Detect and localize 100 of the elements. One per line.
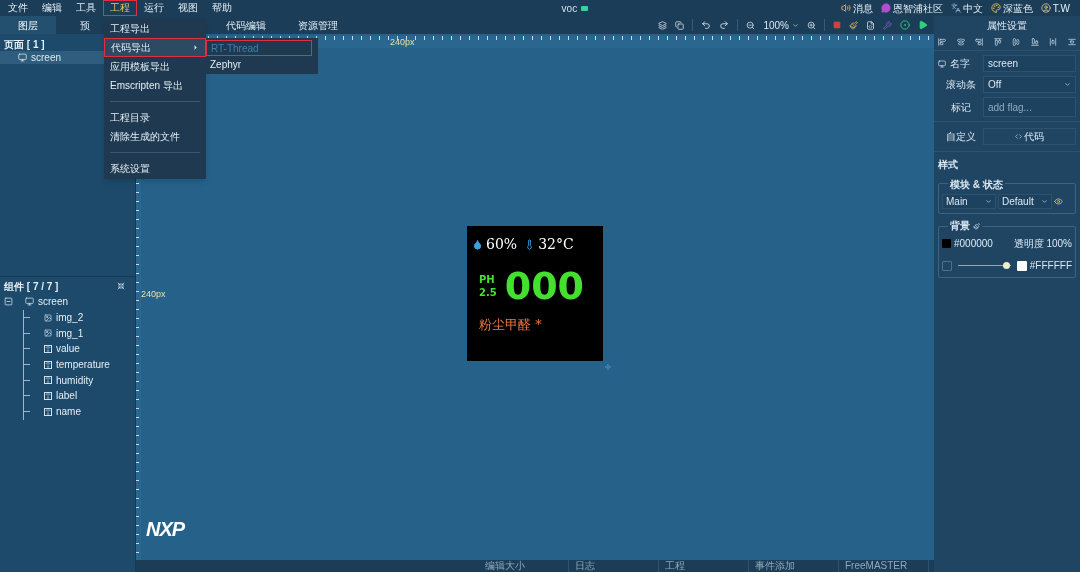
project-title: voc <box>561 1 578 16</box>
tree-item[interactable]: img_2 <box>44 310 84 326</box>
text-icon <box>44 360 52 369</box>
menu-item[interactable]: 编辑 <box>35 0 69 16</box>
tree-item[interactable]: screen <box>25 294 68 310</box>
section-title: 页面 [ 1 ] <box>4 38 45 51</box>
brush-icon[interactable] <box>849 20 858 30</box>
menu-item[interactable]: 视图 <box>171 0 205 16</box>
monitor-icon <box>938 59 946 68</box>
align-icon[interactable] <box>938 38 946 46</box>
align-icon[interactable] <box>1049 38 1058 46</box>
align-icon[interactable] <box>993 38 1002 46</box>
chevron-down-icon <box>1064 81 1071 88</box>
collapse-icon[interactable] <box>4 297 13 307</box>
temperature-label: 32°C <box>538 235 574 254</box>
ph-label: PH <box>479 273 496 286</box>
color-value: #FFFFFF <box>1029 259 1072 273</box>
bottom-panel-tab[interactable]: 日志 <box>569 560 659 572</box>
bottom-panel-tab[interactable]: FreeMASTER <box>839 560 929 572</box>
header-link[interactable]: 深蓝色 <box>990 0 1033 16</box>
run-icon[interactable] <box>918 20 928 30</box>
value-label: 000 <box>504 263 585 310</box>
tree-item[interactable]: name <box>44 404 81 420</box>
copy-icon[interactable] <box>675 20 685 30</box>
text-icon <box>44 407 52 416</box>
name-field[interactable]: screen <box>983 55 1076 72</box>
zoom-dropdown[interactable]: 100% <box>763 17 799 33</box>
menu-item[interactable]: 文件 <box>1 0 35 16</box>
group-legend: 背景 <box>950 220 970 232</box>
menu-item[interactable]: Emscripten 导出 <box>104 76 206 95</box>
redo-icon[interactable] <box>719 20 730 30</box>
menu-item[interactable]: 工程 <box>103 0 137 16</box>
align-icon[interactable] <box>1067 38 1076 46</box>
zoom-out-icon[interactable] <box>746 20 756 30</box>
state-select[interactable]: Default <box>998 194 1052 209</box>
resize-handle-icon[interactable] <box>605 364 611 370</box>
menu-item[interactable]: 工具 <box>69 0 103 16</box>
opacity-label: 透明度 100% <box>1013 237 1072 251</box>
align-icon[interactable] <box>975 38 984 46</box>
menu-item[interactable]: 工程目录 <box>104 108 206 127</box>
collapse-icon[interactable] <box>117 282 125 290</box>
panel-tab[interactable]: 图层 <box>0 16 56 34</box>
tree-item[interactable]: temperature <box>44 357 110 373</box>
editor-tab[interactable]: 资源管理 <box>282 16 354 34</box>
chevron-down-icon <box>792 21 799 29</box>
menu-item[interactable]: 系统设置 <box>104 159 206 178</box>
ph-sublabel: 2.5 <box>479 286 497 299</box>
menu-item[interactable]: 代码导出 <box>104 38 206 57</box>
align-icon[interactable] <box>1012 38 1021 46</box>
tree-item[interactable]: humidity <box>44 372 94 388</box>
text-icon <box>44 376 52 385</box>
color-swatch[interactable] <box>942 239 951 248</box>
menu-item[interactable]: 清除生成的文件 <box>104 127 206 146</box>
section-title: 组件 [ 7 / 7 ] <box>4 279 59 294</box>
color-swatch[interactable] <box>1016 260 1027 271</box>
header-link[interactable]: 中文 <box>950 0 983 16</box>
slider-thumb[interactable] <box>1002 262 1010 269</box>
zoom-in-icon[interactable] <box>807 20 816 30</box>
scrollbar-select[interactable]: Off <box>983 76 1076 93</box>
image-icon <box>44 329 52 338</box>
header-link[interactable]: 消息 <box>840 0 873 16</box>
speaker-icon <box>840 3 851 13</box>
align-icon[interactable] <box>956 38 965 46</box>
text-icon <box>44 344 52 353</box>
field-label: 标记 <box>949 100 972 115</box>
image-icon <box>44 313 52 322</box>
part-select[interactable]: Main <box>942 194 996 209</box>
menu-item[interactable]: 运行 <box>137 0 171 16</box>
editor-tab[interactable]: 代码编辑 <box>210 16 282 34</box>
code-icon <box>1015 133 1022 140</box>
layers-icon[interactable] <box>658 20 668 30</box>
gradient-swatch[interactable] <box>942 260 952 271</box>
eye-icon[interactable] <box>1054 197 1063 206</box>
monitor-icon <box>18 53 27 62</box>
record-icon[interactable] <box>900 20 910 30</box>
droplet-icon <box>472 239 483 250</box>
panel-title: 属性设置 <box>934 16 1080 34</box>
bottom-panel-tab[interactable]: 工程 <box>659 560 749 572</box>
tree-item[interactable]: value <box>44 341 80 357</box>
header-link[interactable]: 恩智浦社区 <box>880 0 943 16</box>
brush-icon[interactable] <box>973 222 980 230</box>
nxp-logo: NXP <box>146 517 185 542</box>
field-label: 滚动条 <box>944 78 977 92</box>
field-label: 名字 <box>950 57 970 71</box>
tree-item[interactable]: img_1 <box>44 325 84 341</box>
align-icon[interactable] <box>1030 38 1039 46</box>
field-label: 自定义 <box>944 130 977 144</box>
bottom-panel-tab[interactable]: 事件添加 <box>749 560 839 572</box>
tree-item[interactable]: label <box>44 388 78 404</box>
header-link[interactable]: T.W <box>1040 0 1070 16</box>
bottom-panel-tab[interactable]: 编辑大小 <box>479 560 569 572</box>
code-button[interactable]: 代码 <box>983 128 1076 145</box>
file-icon[interactable] <box>866 20 875 30</box>
stop-icon[interactable] <box>833 21 841 29</box>
menu-item[interactable]: Zephyr <box>206 56 318 72</box>
flag-field[interactable]: add flag... <box>983 97 1076 117</box>
ruler-label: 240px <box>390 37 415 47</box>
undo-icon[interactable] <box>701 20 712 30</box>
menu-item[interactable]: 帮助 <box>205 0 239 16</box>
humidity-label: 60% <box>486 235 518 254</box>
